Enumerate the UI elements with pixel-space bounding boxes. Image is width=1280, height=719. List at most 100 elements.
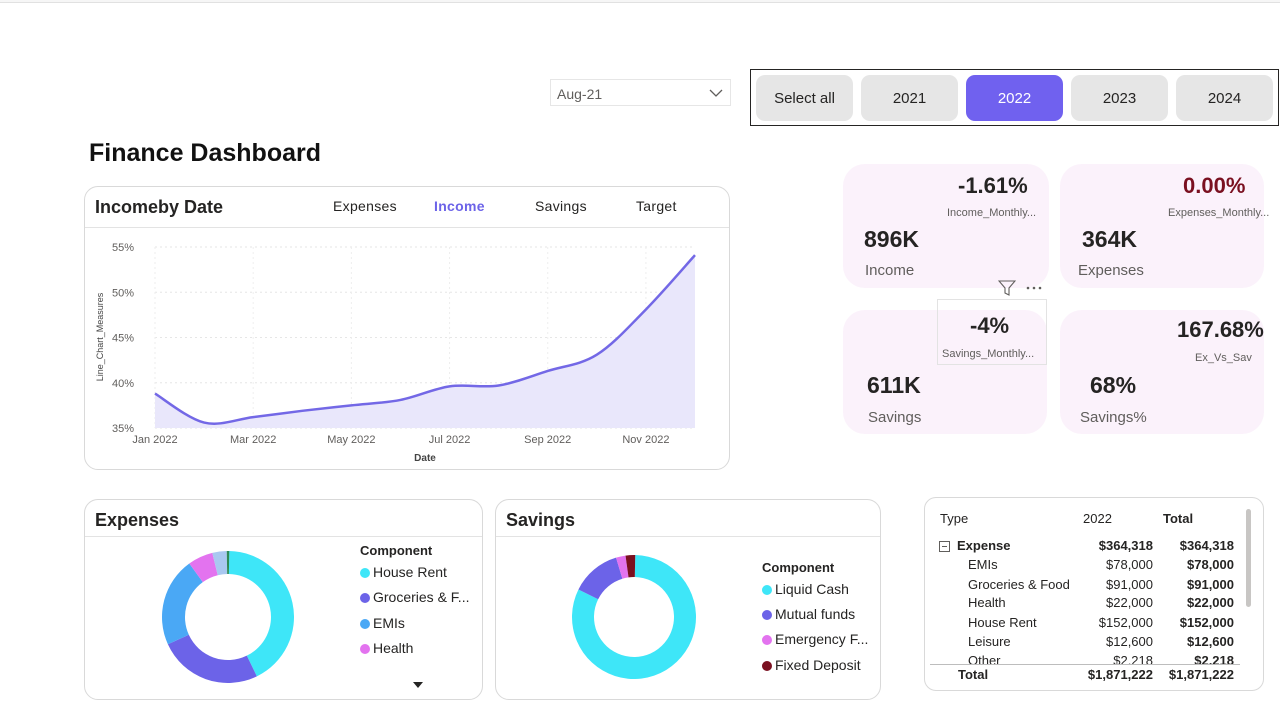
matrix-scrollbar[interactable] [1246, 509, 1251, 607]
year-button-2021[interactable]: 2021 [861, 75, 958, 121]
matrix-rows: EMIs $78,000 $78,000 Groceries & Food $9… [924, 555, 1244, 665]
matrix-row-total: $22,000 [1187, 595, 1234, 610]
card-divider [85, 536, 482, 537]
x-tick-label: Jan 2022 [132, 434, 177, 446]
year-slicer: Select all 2021 2022 2023 2024 [750, 69, 1279, 126]
matrix-group-label[interactable]: Expense [957, 538, 1010, 553]
legend-item-house-rent[interactable]: House Rent [360, 564, 447, 580]
savings-percent-value: 68% [1090, 372, 1137, 398]
legend-label: Fixed Deposit [775, 657, 861, 673]
legend-item-emergency-fund[interactable]: Emergency F... [762, 631, 868, 647]
y-tick-label: 35% [112, 423, 134, 435]
matrix-row-total: $152,000 [1179, 615, 1234, 630]
donut-slice-emis[interactable] [162, 563, 203, 645]
tab-savings[interactable]: Savings [535, 198, 587, 214]
donut-slice-house-rent[interactable] [228, 551, 294, 677]
savings-label: Savings [868, 409, 922, 426]
matrix-row-total: $91,000 [1187, 577, 1234, 592]
matrix-header-type[interactable]: Type [940, 511, 968, 526]
expenses-legend-title: Component [360, 543, 433, 558]
income-data-point[interactable] [252, 416, 255, 419]
matrix-group-total: $364,318 [1179, 538, 1234, 553]
year-button-2022[interactable]: 2022 [966, 75, 1063, 121]
legend-dot [762, 661, 772, 671]
savings-card-title: Savings [506, 510, 576, 530]
income-label: Income [865, 262, 915, 279]
year-button-2024[interactable]: 2024 [1176, 75, 1273, 121]
income-data-point[interactable] [694, 254, 697, 257]
ex-vs-sav-value: 167.68% [1177, 317, 1264, 342]
income-data-point[interactable] [546, 369, 549, 372]
year-button-label: 2023 [1102, 89, 1137, 107]
card-divider [496, 536, 880, 537]
legend-item-mutual-funds[interactable]: Mutual funds [762, 606, 855, 622]
savings-donut-chart[interactable] [572, 555, 696, 679]
matrix-total-total: $1,871,222 [1168, 667, 1234, 682]
legend-dot [762, 585, 772, 595]
expenses-monthly-label: Expenses_Monthly... [1168, 207, 1270, 219]
legend-label: Emergency F... [775, 631, 869, 647]
legend-label: Mutual funds [775, 606, 856, 622]
legend-item-fixed-deposit[interactable]: Fixed Deposit [762, 657, 861, 673]
expenses-card-title: Expenses [95, 510, 180, 530]
matrix-header-2022[interactable]: 2022 [1083, 511, 1112, 526]
year-button-label: Select all [774, 89, 835, 107]
y-axis-label: Line_Chart_Measures [95, 292, 105, 381]
matrix-group-2022: $364,318 [1098, 538, 1153, 553]
legend-dot [360, 568, 370, 578]
legend-label: Groceries & F... [373, 589, 470, 605]
tab-expenses[interactable]: Expenses [333, 198, 397, 214]
date-dropdown-value: Aug-21 [557, 86, 603, 102]
legend-item-emis[interactable]: EMIs [360, 615, 405, 631]
income-monthly-label: Income_Monthly... [947, 207, 1037, 219]
income-data-point[interactable] [497, 384, 500, 387]
date-dropdown[interactable]: Aug-21 [550, 79, 731, 106]
x-axis-label: Date [414, 453, 436, 464]
legend-scroll-down-icon[interactable] [412, 681, 424, 689]
legend-item-groceries[interactable]: Groceries & F... [360, 589, 469, 605]
matrix-header-total[interactable]: Total [1163, 511, 1193, 526]
chevron-down-icon[interactable] [708, 85, 724, 101]
legend-item-health[interactable]: Health [360, 640, 413, 656]
income-data-point[interactable] [301, 409, 304, 412]
legend-label: Liquid Cash [775, 581, 849, 597]
year-button-select-all[interactable]: Select all [756, 75, 853, 121]
income-data-point[interactable] [448, 385, 451, 388]
legend-dot [360, 644, 370, 654]
matrix-row-total: $78,000 [1187, 557, 1234, 572]
income-data-point[interactable] [644, 308, 647, 311]
donut-slice-groceries-food[interactable] [167, 634, 257, 683]
tab-target[interactable]: Target [636, 198, 677, 214]
year-button-label: 2024 [1207, 89, 1242, 107]
expenses-monthly-change: 0.00% [1183, 173, 1246, 198]
income-monthly-change: -1.61% [958, 173, 1028, 198]
matrix-row-label: House Rent [968, 615, 1037, 630]
tab-income[interactable]: Income [434, 198, 485, 214]
year-button-label: 2021 [892, 89, 927, 107]
page-title: Finance Dashboard [89, 139, 321, 167]
x-tick-label: Mar 2022 [230, 434, 276, 446]
income-data-point[interactable] [350, 404, 353, 407]
legend-label: Health [373, 640, 414, 656]
legend-item-liquid-cash[interactable]: Liquid Cash [762, 581, 849, 597]
income-line-chart[interactable]: 55% 50% 45% 40% 35% Jan 2022 Mar 2022 May 2022… [85, 228, 725, 468]
x-tick-label: Nov 2022 [622, 434, 669, 446]
income-data-point[interactable] [154, 392, 157, 395]
x-tick-label: May 2022 [327, 434, 375, 446]
year-button-2023[interactable]: 2023 [1071, 75, 1168, 121]
matrix-row-2022: $152,000 [1098, 615, 1153, 630]
report-canvas: Aug-21 Select all 2021 2022 2023 2024 Fi… [0, 0, 1280, 719]
expenses-donut-chart[interactable] [162, 551, 294, 683]
matrix-row-2022: $12,600 [1106, 634, 1153, 649]
income-data-point[interactable] [595, 353, 598, 356]
expenses-value: 364K [1082, 226, 1137, 252]
matrix-total-divider [930, 664, 1240, 665]
more-options-icon[interactable] [1025, 282, 1043, 294]
collapse-icon[interactable] [939, 541, 950, 552]
income-data-point[interactable] [399, 398, 402, 401]
savings-value: 611K [867, 372, 921, 398]
filter-icon[interactable] [998, 280, 1016, 296]
matrix-total-2022: $1,871,222 [1087, 667, 1153, 682]
legend-dot [762, 635, 772, 645]
income-data-point[interactable] [203, 421, 206, 424]
